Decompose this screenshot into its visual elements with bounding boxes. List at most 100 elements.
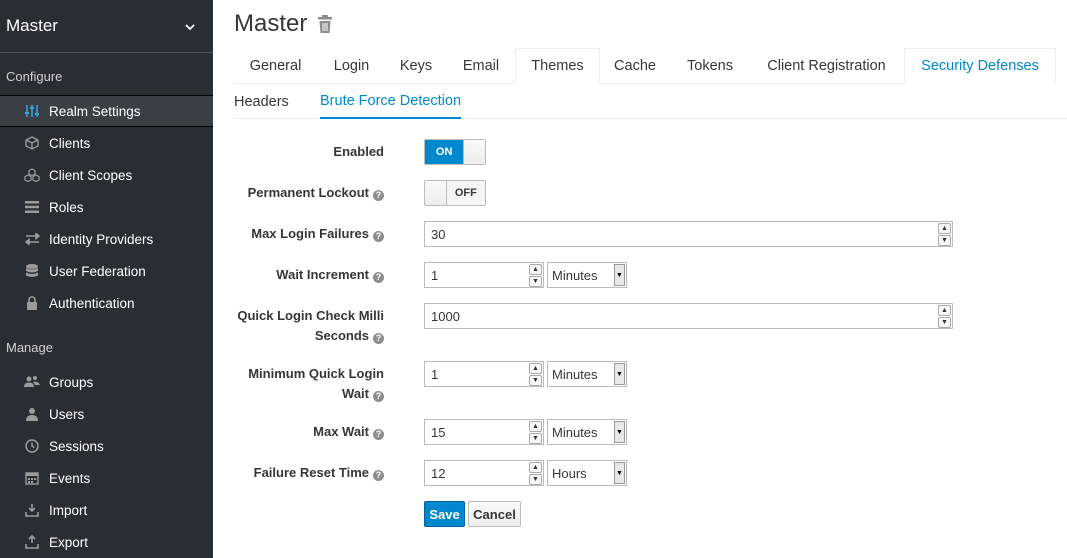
- cancel-button[interactable]: Cancel: [468, 501, 521, 527]
- sidebar-item-label: User Federation: [49, 263, 146, 279]
- switch-on-label: ON: [425, 140, 464, 164]
- select-arrow-icon: ▼: [614, 462, 625, 484]
- clock-icon: [21, 438, 43, 454]
- tab-tokens[interactable]: Tokens: [670, 48, 750, 84]
- help-icon[interactable]: ?: [373, 391, 384, 402]
- sidebar-item-users[interactable]: Users: [0, 398, 213, 430]
- spin-up-icon[interactable]: ▲: [938, 305, 951, 316]
- import-icon: [21, 502, 43, 518]
- number-spinner[interactable]: ▲ ▼: [529, 264, 542, 287]
- export-icon: [21, 534, 43, 550]
- spin-down-icon[interactable]: ▼: [529, 433, 542, 444]
- sidebar-item-sessions[interactable]: Sessions: [0, 430, 213, 462]
- sidebar-item-groups[interactable]: Groups: [0, 366, 213, 398]
- realm-tabs: General Login Keys Email Themes Cache To…: [233, 48, 1057, 84]
- help-icon[interactable]: ?: [373, 272, 384, 283]
- help-icon[interactable]: ?: [373, 429, 384, 440]
- sidebar-item-user-federation[interactable]: User Federation: [0, 255, 213, 287]
- sidebar-item-label: Events: [49, 470, 91, 486]
- user-icon: [21, 406, 43, 422]
- spin-down-icon[interactable]: ▼: [938, 317, 951, 328]
- subtab-brute-force-detection[interactable]: Brute Force Detection: [320, 84, 462, 119]
- exchange-icon: [21, 231, 43, 247]
- help-icon[interactable]: ?: [373, 231, 384, 242]
- select-arrow-icon: ▼: [614, 363, 625, 385]
- sidebar-item-label: Realm Settings: [49, 103, 141, 119]
- quick-login-check-label: Quick Login Check Milli Seconds?: [237, 308, 384, 344]
- max-login-failures-label: Max Login Failures?: [251, 224, 384, 244]
- wait-increment-unit-select[interactable]: Minutes ▼: [547, 262, 627, 288]
- calendar-icon: [21, 470, 43, 486]
- realm-selector[interactable]: Master: [0, 0, 213, 53]
- sidebar-item-import[interactable]: Import: [0, 494, 213, 526]
- help-icon[interactable]: ?: [373, 470, 384, 481]
- number-spinner[interactable]: ▲ ▼: [938, 223, 951, 246]
- sidebar-item-authentication[interactable]: Authentication: [0, 287, 213, 319]
- cubes-icon: [21, 167, 43, 183]
- sidebar-item-label: Roles: [49, 199, 84, 215]
- number-spinner[interactable]: ▲ ▼: [529, 363, 542, 386]
- spin-up-icon[interactable]: ▲: [529, 421, 542, 432]
- spin-down-icon[interactable]: ▼: [529, 276, 542, 287]
- spin-down-icon[interactable]: ▼: [938, 235, 951, 246]
- tab-security-defenses[interactable]: Security Defenses: [904, 48, 1056, 84]
- save-button[interactable]: Save: [424, 501, 465, 527]
- sidebar-item-client-scopes[interactable]: Client Scopes: [0, 159, 213, 191]
- help-icon[interactable]: ?: [373, 190, 384, 201]
- list-icon: [21, 199, 43, 215]
- spin-up-icon[interactable]: ▲: [529, 363, 542, 374]
- sidebar-item-label: Import: [49, 502, 88, 518]
- sidebar-item-label: Groups: [49, 374, 94, 390]
- number-spinner[interactable]: ▲ ▼: [529, 421, 542, 444]
- spin-down-icon[interactable]: ▼: [529, 375, 542, 386]
- min-quick-login-wait-label: Minimum Quick Login Wait?: [248, 366, 384, 402]
- sidebar-item-label: Clients: [49, 135, 91, 151]
- sidebar-item-identity-providers[interactable]: Identity Providers: [0, 223, 213, 255]
- tab-email[interactable]: Email: [447, 48, 515, 84]
- wait-increment-input[interactable]: 1 ▲ ▼: [424, 262, 544, 288]
- sidebar-item-clients[interactable]: Clients: [0, 127, 213, 159]
- max-login-failures-input[interactable]: 30 ▲ ▼: [424, 221, 953, 247]
- max-wait-unit-select[interactable]: Minutes ▼: [547, 419, 627, 445]
- tab-themes[interactable]: Themes: [515, 48, 600, 84]
- database-icon: [21, 263, 43, 279]
- trash-icon[interactable]: [317, 14, 333, 34]
- sidebar: Master Configure Realm Settings Clients …: [0, 0, 213, 558]
- number-spinner[interactable]: ▲ ▼: [529, 462, 542, 485]
- chevron-down-icon: [185, 19, 195, 34]
- title-row: Master: [234, 10, 333, 38]
- tab-cache[interactable]: Cache: [600, 48, 670, 84]
- tab-general[interactable]: General: [233, 48, 318, 84]
- spin-up-icon[interactable]: ▲: [529, 264, 542, 275]
- quick-login-check-input[interactable]: 1000 ▲ ▼: [424, 303, 953, 329]
- enabled-switch[interactable]: ON: [424, 139, 486, 165]
- help-icon[interactable]: ?: [373, 333, 384, 344]
- spin-up-icon[interactable]: ▲: [529, 462, 542, 473]
- tab-login[interactable]: Login: [318, 48, 385, 84]
- failure-reset-time-unit-select[interactable]: Hours ▼: [547, 460, 627, 486]
- sidebar-item-label: Export: [49, 534, 89, 550]
- subtab-headers[interactable]: Headers: [234, 84, 289, 119]
- select-arrow-icon: ▼: [614, 264, 625, 286]
- min-quick-login-wait-input[interactable]: 1 ▲ ▼: [424, 361, 544, 387]
- sidebar-item-realm-settings[interactable]: Realm Settings: [0, 95, 213, 127]
- sidebar-item-label: Client Scopes: [49, 167, 133, 183]
- sidebar-item-events[interactable]: Events: [0, 462, 213, 494]
- switch-off-label: OFF: [446, 181, 485, 205]
- sidebar-item-export[interactable]: Export: [0, 526, 213, 558]
- realm-name: Master: [6, 16, 58, 35]
- switch-knob: [425, 181, 447, 205]
- main-content: Master General Login Keys Email Themes C…: [213, 0, 1067, 558]
- number-spinner[interactable]: ▲ ▼: [938, 305, 951, 328]
- failure-reset-time-input[interactable]: 12 ▲ ▼: [424, 460, 544, 486]
- tab-keys[interactable]: Keys: [385, 48, 447, 84]
- min-quick-login-wait-unit-select[interactable]: Minutes ▼: [547, 361, 627, 387]
- spin-down-icon[interactable]: ▼: [529, 474, 542, 485]
- spin-up-icon[interactable]: ▲: [938, 223, 951, 234]
- sidebar-item-label: Authentication: [49, 295, 135, 311]
- sidebar-item-roles[interactable]: Roles: [0, 191, 213, 223]
- configure-section-label: Configure: [6, 69, 63, 84]
- permanent-lockout-switch[interactable]: OFF: [424, 180, 486, 206]
- max-wait-input[interactable]: 15 ▲ ▼: [424, 419, 544, 445]
- tab-client-registration[interactable]: Client Registration: [750, 48, 903, 84]
